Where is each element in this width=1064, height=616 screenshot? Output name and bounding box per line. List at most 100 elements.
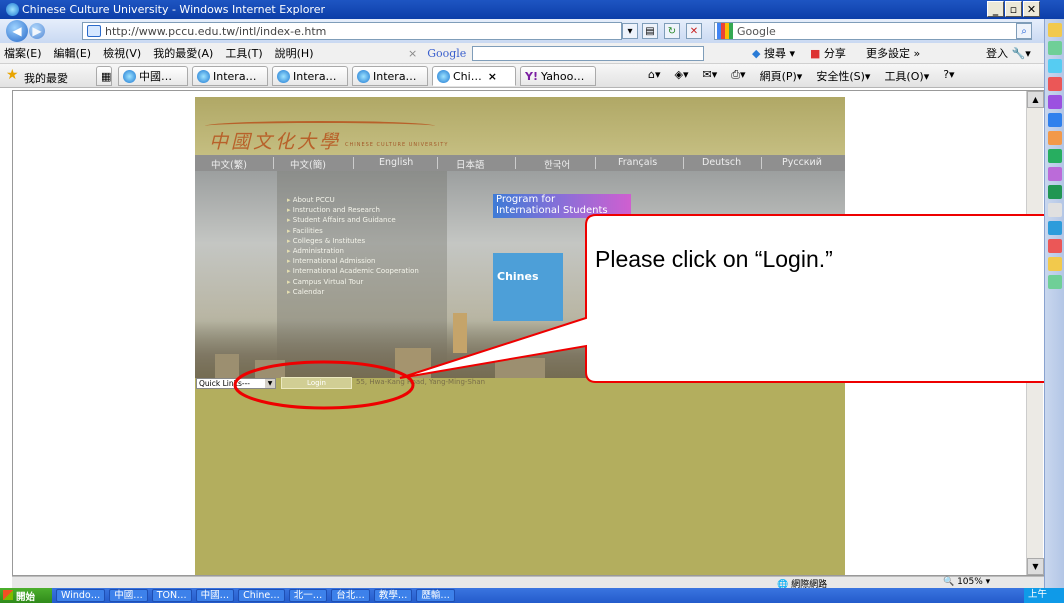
lang-separator [353, 157, 354, 169]
lang-zh-tw[interactable]: 中文(繁) [211, 157, 247, 171]
taskbar-item[interactable]: 中國… [195, 589, 235, 602]
tab-1[interactable]: 中國… [118, 66, 188, 86]
taskbar-item[interactable]: 教學… [373, 589, 413, 602]
help-icon[interactable]: ?▾ [943, 68, 954, 84]
address-dropdown-icon[interactable]: ▾ [622, 23, 638, 39]
tab-2[interactable]: Intera… [192, 66, 268, 86]
university-logo-english: CHINESE CULTURE UNIVERSITY [345, 142, 449, 148]
close-toolbar-icon[interactable]: × [408, 47, 417, 60]
search-icon[interactable]: ⌕ [1016, 23, 1032, 39]
menu-about[interactable]: About PCCU [287, 195, 419, 205]
lang-ru[interactable]: Русский [782, 157, 822, 168]
sidebar-app-icon[interactable] [1048, 59, 1062, 73]
safety-menu[interactable]: 安全性(S)▾ [816, 68, 870, 84]
share-button[interactable]: ■ 分享 [810, 45, 846, 61]
menu-help[interactable]: 說明(H) [275, 45, 314, 61]
sidebar-app-icon[interactable] [1048, 203, 1062, 217]
system-clock[interactable]: 上午 11:29 [1024, 588, 1064, 614]
toolbar-login-button[interactable]: 登入 🔧▾ [986, 45, 1031, 61]
sidebar-app-icon[interactable] [1048, 149, 1062, 163]
ie-icon [6, 3, 19, 16]
search-box[interactable]: Google [714, 22, 1032, 40]
menu-intl-cooperation[interactable]: International Academic Cooperation [287, 266, 419, 276]
taskbar-item[interactable]: 歷輸… [416, 589, 455, 602]
favorites-label[interactable]: 我的最愛 [24, 70, 68, 86]
google-icon [717, 23, 733, 39]
menu-favorites[interactable]: 我的最愛(A) [153, 45, 213, 61]
sidebar-app-icon[interactable] [1048, 41, 1062, 55]
more-settings-link[interactable]: 更多設定 » [866, 45, 920, 61]
taskbar-item[interactable]: 中國… [109, 589, 148, 602]
sidebar-app-icon[interactable] [1048, 167, 1062, 181]
menu-facilities[interactable]: Facilities [287, 226, 419, 236]
login-button[interactable]: Login [281, 377, 352, 389]
taskbar-item[interactable]: TON… [151, 589, 192, 602]
favorites-star-icon[interactable]: ★ [6, 67, 19, 83]
maximize-button[interactable]: ▫ [1005, 1, 1022, 17]
menu-intl-admission[interactable]: International Admission [287, 256, 419, 266]
chinese-program-banner[interactable]: Chines [493, 253, 563, 321]
tab-yahoo[interactable]: Y! Yahoo… [520, 66, 596, 86]
tab-active[interactable]: Chi… × [432, 66, 516, 86]
taskbar-item[interactable]: 北一… [288, 589, 328, 602]
sidebar-app-icon[interactable] [1048, 275, 1062, 289]
sidebar-app-icon[interactable] [1048, 23, 1062, 37]
menu-view[interactable]: 檢視(V) [103, 45, 141, 61]
sidebar-app-icon[interactable] [1048, 131, 1062, 145]
lang-ja[interactable]: 日本語 [456, 157, 485, 171]
menu-colleges[interactable]: Colleges & Institutes [287, 236, 419, 246]
scroll-down-arrow[interactable]: ▼ [1027, 558, 1044, 575]
sidebar-app-icon[interactable] [1048, 239, 1062, 253]
lang-ko[interactable]: 한국어 [544, 157, 570, 171]
compat-view-icon[interactable]: ▤ [642, 23, 658, 39]
vertical-scrollbar[interactable]: ▲ ▼ [1026, 91, 1044, 575]
menu-virtual-tour[interactable]: Campus Virtual Tour [287, 277, 419, 287]
taskbar-item[interactable]: Windo… [56, 589, 106, 602]
zoom-level[interactable]: 🔍 105% ▾ [943, 577, 990, 587]
close-button[interactable]: ✕ [1023, 1, 1040, 17]
sidebar-app-icon[interactable] [1048, 257, 1062, 271]
forward-button[interactable]: ▶ [29, 23, 45, 39]
minimize-button[interactable]: _ [987, 1, 1004, 17]
menu-administration[interactable]: Administration [287, 246, 419, 256]
address-bar[interactable]: http://www.pccu.edu.tw/intl/index-e.htm [82, 22, 622, 40]
scroll-up-arrow[interactable]: ▲ [1027, 91, 1044, 108]
mail-icon[interactable]: ✉▾ [703, 68, 718, 84]
sidebar-app-icon[interactable] [1048, 221, 1062, 235]
intl-program-banner[interactable]: Program for International Students [493, 194, 631, 218]
sidebar-app-icon[interactable] [1048, 77, 1062, 91]
back-button[interactable]: ◀ [6, 20, 28, 42]
tab-4[interactable]: Intera… [352, 66, 428, 86]
menu-instruction[interactable]: Instruction and Research [287, 205, 419, 215]
sidebar-app-icon[interactable] [1048, 113, 1062, 127]
start-button[interactable]: 開始 [0, 588, 52, 603]
university-logo[interactable]: 中國文化大學 [209, 127, 341, 154]
lang-de[interactable]: Deutsch [702, 157, 741, 168]
program-line-2: International Students [496, 205, 608, 216]
stop-icon[interactable]: ✕ [686, 23, 702, 39]
tab-close-icon[interactable]: × [488, 70, 497, 83]
quick-tabs-button[interactable]: ▦ [96, 66, 112, 86]
lang-en[interactable]: English [379, 157, 413, 168]
quick-links-select[interactable]: Quick Links--- ▼ [196, 378, 276, 389]
sidebar-app-icon[interactable] [1048, 185, 1062, 199]
taskbar-item[interactable]: 台北… [331, 589, 370, 602]
google-toolbar-input[interactable] [472, 46, 705, 61]
lang-zh-cn[interactable]: 中文(簡) [290, 157, 326, 171]
menu-file[interactable]: 檔案(E) [4, 45, 42, 61]
menu-student-affairs[interactable]: Student Affairs and Guidance [287, 215, 419, 225]
home-icon[interactable]: ⌂▾ [648, 68, 661, 84]
menu-edit[interactable]: 編輯(E) [54, 45, 92, 61]
lang-fr[interactable]: Français [618, 157, 657, 168]
taskbar-item[interactable]: Chine… [238, 589, 285, 602]
tab-3[interactable]: Intera… [272, 66, 348, 86]
search-button[interactable]: ◆ 搜尋 ▾ [752, 45, 795, 61]
print-icon[interactable]: ⎙▾ [731, 68, 745, 84]
tools-menu[interactable]: 工具(O)▾ [884, 68, 929, 84]
refresh-icon[interactable]: ↻ [664, 23, 680, 39]
page-menu[interactable]: 網頁(P)▾ [760, 68, 803, 84]
feeds-icon[interactable]: ◈▾ [675, 68, 689, 84]
menu-calendar[interactable]: Calendar [287, 287, 419, 297]
menu-tools[interactable]: 工具(T) [225, 45, 262, 61]
sidebar-app-icon[interactable] [1048, 95, 1062, 109]
